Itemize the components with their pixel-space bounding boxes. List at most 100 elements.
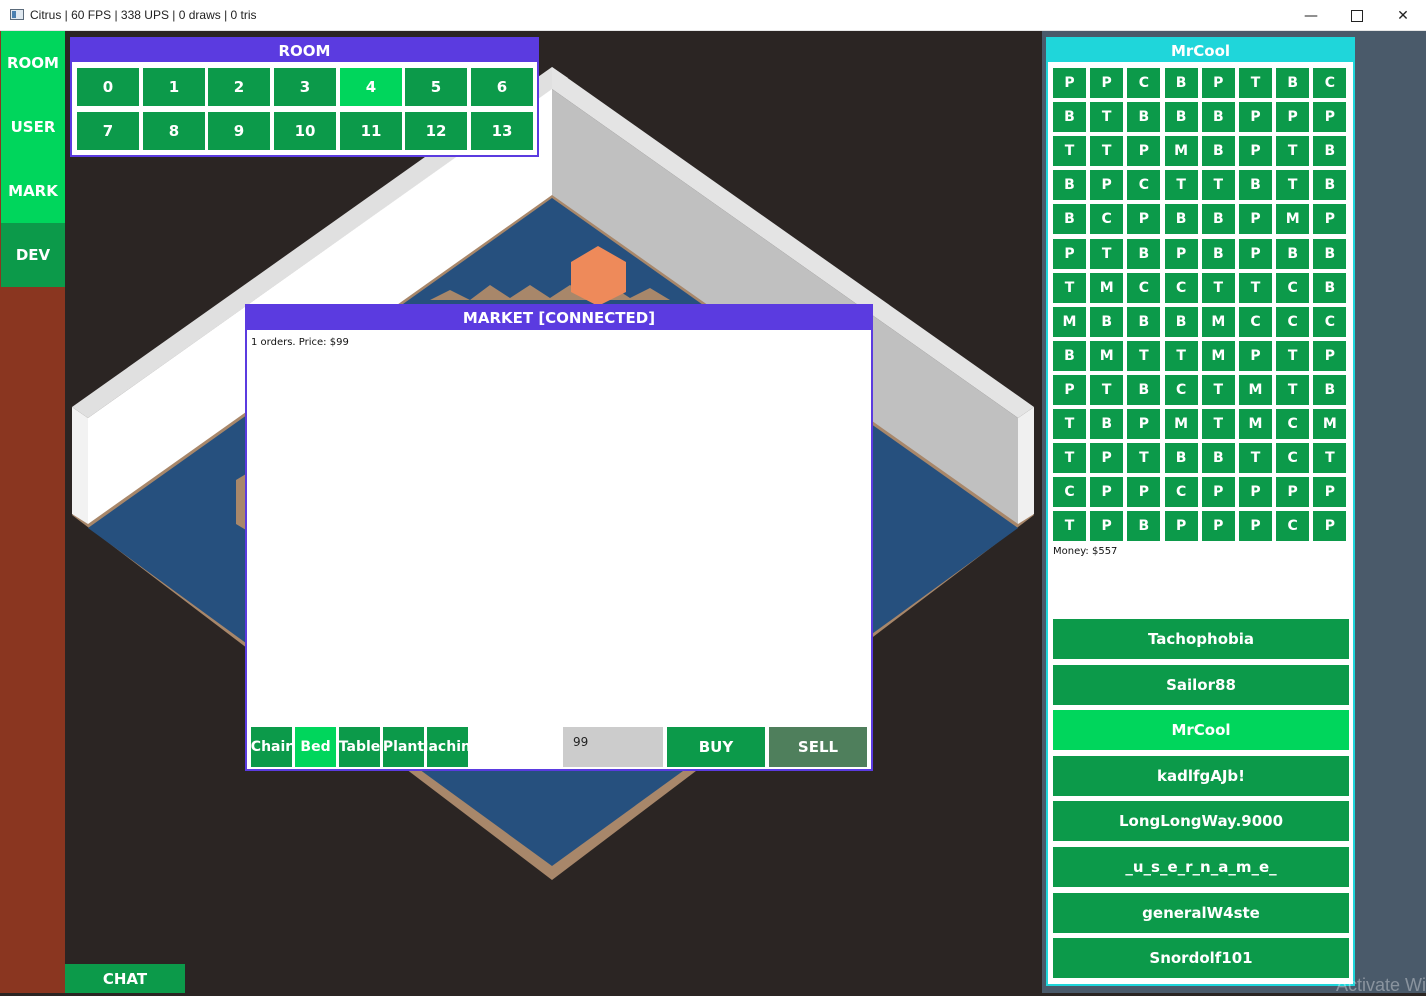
inventory-cell[interactable]: P: [1239, 136, 1272, 167]
inventory-cell[interactable]: T: [1201, 170, 1235, 201]
inventory-cell[interactable]: B: [1201, 136, 1235, 167]
room-button-1[interactable]: 1: [143, 68, 205, 106]
inventory-cell[interactable]: T: [1164, 340, 1198, 371]
inventory-cell[interactable]: B: [1127, 238, 1161, 269]
inventory-cell[interactable]: C: [1276, 409, 1310, 439]
user-button[interactable]: LongLongWay.9000: [1053, 801, 1349, 841]
category-machine-button[interactable]: Machine: [427, 727, 468, 767]
inventory-cell[interactable]: B: [1090, 409, 1124, 439]
inventory-cell[interactable]: P: [1127, 136, 1161, 167]
nav-user-button[interactable]: USER: [1, 95, 65, 159]
inventory-cell[interactable]: P: [1313, 204, 1347, 235]
room-button-6[interactable]: 6: [471, 68, 533, 106]
inventory-cell[interactable]: P: [1127, 409, 1161, 439]
inventory-cell[interactable]: B: [1313, 374, 1347, 405]
inventory-cell[interactable]: P: [1239, 477, 1272, 508]
inventory-cell[interactable]: C: [1276, 306, 1310, 337]
inventory-cell[interactable]: C: [1127, 272, 1161, 303]
inventory-cell[interactable]: B: [1276, 238, 1310, 269]
inventory-cell[interactable]: P: [1239, 102, 1272, 133]
inventory-cell[interactable]: P: [1276, 477, 1310, 508]
user-button[interactable]: _u_s_e_r_n_a_m_e_: [1053, 847, 1349, 887]
buy-button[interactable]: BUY: [667, 727, 765, 767]
inventory-cell[interactable]: P: [1313, 340, 1347, 371]
inventory-cell[interactable]: B: [1127, 102, 1161, 133]
user-button[interactable]: generalW4ste: [1053, 893, 1349, 933]
inventory-cell[interactable]: T: [1239, 443, 1272, 474]
inventory-cell[interactable]: C: [1127, 68, 1161, 98]
inventory-cell[interactable]: B: [1127, 374, 1161, 405]
inventory-cell[interactable]: P: [1127, 204, 1161, 235]
inventory-cell[interactable]: B: [1053, 170, 1086, 201]
user-button[interactable]: Sailor88: [1053, 665, 1349, 705]
room-button-10[interactable]: 10: [274, 112, 336, 150]
inventory-cell[interactable]: C: [1313, 68, 1347, 98]
inventory-cell[interactable]: P: [1201, 68, 1235, 98]
inventory-cell[interactable]: C: [1276, 511, 1310, 542]
inventory-cell[interactable]: T: [1127, 443, 1161, 474]
nav-dev-button[interactable]: DEV: [1, 223, 65, 287]
room-button-5[interactable]: 5: [405, 68, 467, 106]
inventory-cell[interactable]: P: [1313, 477, 1347, 508]
inventory-cell[interactable]: M: [1201, 340, 1235, 371]
inventory-cell[interactable]: C: [1090, 204, 1124, 235]
room-button-0[interactable]: 0: [77, 68, 139, 106]
inventory-cell[interactable]: M: [1313, 409, 1347, 439]
inventory-cell[interactable]: B: [1313, 170, 1347, 201]
inventory-cell[interactable]: M: [1090, 340, 1124, 371]
inventory-cell[interactable]: T: [1201, 374, 1235, 405]
category-bed-button[interactable]: Bed: [295, 727, 336, 767]
inventory-cell[interactable]: T: [1127, 340, 1161, 371]
inventory-cell[interactable]: T: [1164, 170, 1198, 201]
inventory-cell[interactable]: P: [1053, 374, 1086, 405]
inventory-cell[interactable]: P: [1313, 511, 1347, 542]
inventory-cell[interactable]: B: [1201, 102, 1235, 133]
inventory-cell[interactable]: P: [1201, 511, 1235, 542]
user-button[interactable]: kadlfgAJb!: [1053, 756, 1349, 796]
inventory-cell[interactable]: B: [1127, 511, 1161, 542]
inventory-cell[interactable]: T: [1276, 374, 1310, 405]
chat-button[interactable]: CHAT: [65, 964, 185, 993]
inventory-cell[interactable]: C: [1164, 374, 1198, 405]
inventory-cell[interactable]: B: [1053, 340, 1086, 371]
inventory-cell[interactable]: C: [1053, 477, 1086, 508]
inventory-cell[interactable]: B: [1053, 102, 1086, 133]
inventory-cell[interactable]: M: [1276, 204, 1310, 235]
inventory-cell[interactable]: B: [1276, 68, 1310, 98]
user-button-active[interactable]: MrCool: [1053, 710, 1349, 750]
inventory-cell[interactable]: P: [1276, 102, 1310, 133]
room-button-2[interactable]: 2: [208, 68, 270, 106]
inventory-cell[interactable]: T: [1053, 272, 1086, 303]
nav-mark-button[interactable]: MARK: [1, 159, 65, 223]
room-button-3[interactable]: 3: [274, 68, 336, 106]
inventory-cell[interactable]: T: [1053, 511, 1086, 542]
inventory-cell[interactable]: M: [1053, 306, 1086, 337]
inventory-cell[interactable]: T: [1090, 238, 1124, 269]
nav-room-button[interactable]: ROOM: [1, 31, 65, 95]
inventory-cell[interactable]: B: [1090, 306, 1124, 337]
inventory-cell[interactable]: M: [1090, 272, 1124, 303]
room-button-9[interactable]: 9: [208, 112, 270, 150]
inventory-cell[interactable]: C: [1276, 272, 1310, 303]
inventory-cell[interactable]: P: [1090, 477, 1124, 508]
inventory-cell[interactable]: T: [1276, 340, 1310, 371]
category-plant-button[interactable]: Plant: [383, 727, 424, 767]
inventory-cell[interactable]: P: [1090, 170, 1124, 201]
inventory-cell[interactable]: B: [1313, 238, 1347, 269]
inventory-cell[interactable]: B: [1164, 102, 1198, 133]
category-chair-button[interactable]: Chair: [251, 727, 292, 767]
inventory-cell[interactable]: B: [1053, 204, 1086, 235]
category-table-button[interactable]: Table: [339, 727, 380, 767]
inventory-cell[interactable]: B: [1201, 238, 1235, 269]
inventory-cell[interactable]: T: [1090, 102, 1124, 133]
inventory-cell[interactable]: M: [1239, 409, 1272, 439]
inventory-cell[interactable]: T: [1201, 409, 1235, 439]
inventory-cell[interactable]: P: [1164, 511, 1198, 542]
room-button-13[interactable]: 13: [471, 112, 533, 150]
inventory-cell[interactable]: C: [1164, 272, 1198, 303]
inventory-cell[interactable]: P: [1090, 511, 1124, 542]
inventory-cell[interactable]: T: [1276, 136, 1310, 167]
inventory-cell[interactable]: B: [1164, 306, 1198, 337]
inventory-cell[interactable]: B: [1164, 204, 1198, 235]
inventory-cell[interactable]: P: [1053, 238, 1086, 269]
